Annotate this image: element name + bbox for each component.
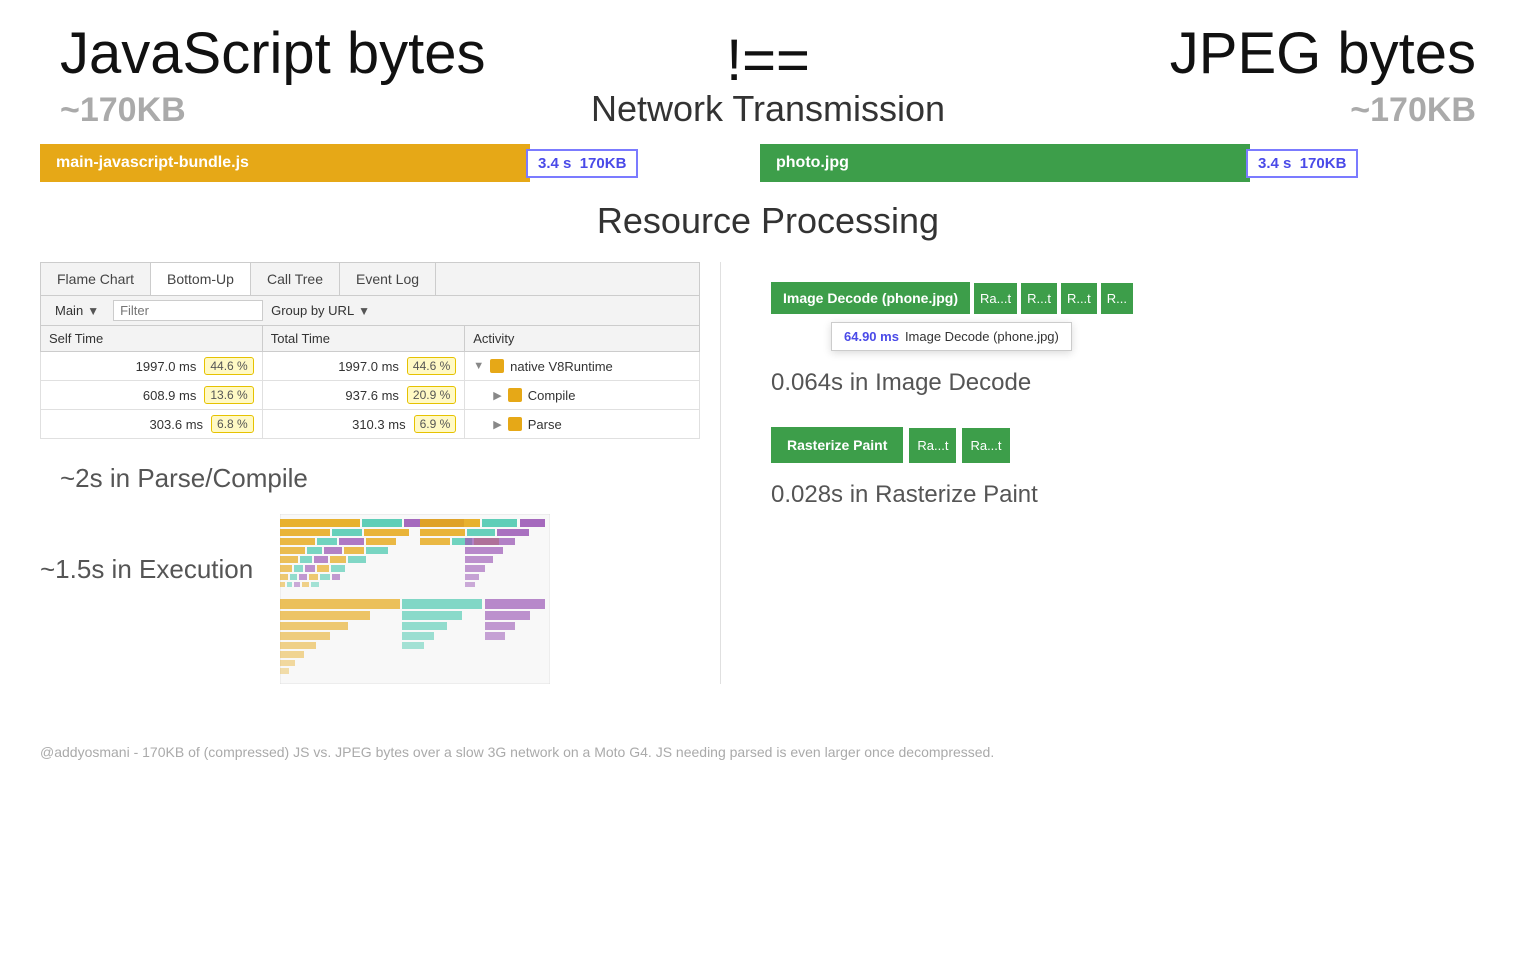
self-pct-1: 44.6 % (204, 357, 253, 375)
heading-row: JavaScript bytes ~170KB !== Network Tran… (0, 0, 1536, 130)
network-jpg-size: 170KB (1300, 155, 1347, 172)
tooltip-label: Image Decode (phone.jpg) (905, 329, 1059, 344)
decode-caption: 0.064s in Image Decode (771, 369, 1496, 397)
total-pct-2: 20.9 % (407, 386, 456, 404)
center-heading-block: !== Network Transmission (520, 27, 1016, 130)
col-total-time: Total Time (262, 326, 465, 352)
js-bytes-title: JavaScript bytes (60, 20, 520, 87)
self-pct-3: 6.8 % (211, 415, 254, 433)
rasterize-caption: 0.028s in Rasterize Paint (771, 481, 1496, 509)
total-pct-3: 6.9 % (414, 415, 457, 433)
main-dropdown-arrow: ▼ (87, 304, 99, 318)
main-dropdown[interactable]: Main ▼ (49, 301, 105, 320)
network-jpg-bar: photo.jpg (760, 144, 1250, 182)
decode-small-2: R...t (1021, 283, 1057, 314)
image-decode-section: Image Decode (phone.jpg) Ra...t R...t R.… (771, 282, 1496, 397)
activity-label-3: Parse (528, 417, 562, 432)
parse-compile-caption: ~2s in Parse/Compile (60, 463, 720, 494)
resource-processing-label: Resource Processing (0, 200, 1536, 242)
self-time-3: 303.6 ms 6.8 % (41, 410, 263, 439)
network-jpg-side: photo.jpg 3.4 s 170KB (700, 144, 1496, 182)
network-js-size: 170KB (580, 155, 627, 172)
image-decode-main-bar: Image Decode (phone.jpg) (771, 282, 970, 314)
main-content: Flame Chart Bottom-Up Call Tree Event Lo… (0, 242, 1536, 704)
right-panel: Image Decode (phone.jpg) Ra...t R...t R.… (720, 262, 1496, 684)
devtools-table: Self Time Total Time Activity 1997.0 ms … (40, 325, 700, 439)
group-by-url-dropdown[interactable]: Group by URL ▼ (271, 303, 370, 318)
image-decode-bars: Image Decode (phone.jpg) Ra...t R...t R.… (771, 282, 1496, 314)
tab-call-tree[interactable]: Call Tree (251, 263, 340, 295)
network-js-tag: 3.4 s 170KB (526, 149, 638, 178)
decode-small-4: R... (1101, 283, 1133, 314)
execution-caption: ~1.5s in Execution (40, 554, 260, 585)
activity-3: ▶ Parse (465, 410, 700, 439)
activity-swatch-3 (508, 417, 522, 431)
js-size-subtitle: ~170KB (60, 91, 520, 130)
network-transmission-label: Network Transmission (591, 88, 945, 130)
table-row: 608.9 ms 13.6 % 937.6 ms 20.9 % ▶ (41, 381, 700, 410)
col-activity: Activity (465, 326, 700, 352)
tab-bottom-up[interactable]: Bottom-Up (151, 263, 251, 295)
group-dropdown-arrow: ▼ (358, 304, 370, 318)
rasterize-section: Rasterize Paint Ra...t Ra...t 0.028s in … (771, 427, 1496, 509)
network-jpg-time: 3.4 s (1258, 155, 1291, 172)
total-time-1: 1997.0 ms 44.6 % (262, 352, 465, 381)
flame-chart-area: ~1.5s in Execution (40, 514, 720, 684)
col-self-time: Self Time (41, 326, 263, 352)
jpeg-size-subtitle: ~170KB (1016, 91, 1476, 130)
devtools-tabs: Flame Chart Bottom-Up Call Tree Event Lo… (40, 262, 700, 295)
js-heading-block: JavaScript bytes ~170KB (60, 20, 520, 130)
activity-1: ▼ native V8Runtime (465, 352, 700, 381)
network-bars-wrapper: main-javascript-bundle.js 3.4 s 170KB ph… (0, 144, 1536, 182)
flame-chart-svg (280, 514, 550, 684)
table-row: 303.6 ms 6.8 % 310.3 ms 6.9 % ▶ (41, 410, 700, 439)
total-time-3: 310.3 ms 6.9 % (262, 410, 465, 439)
row-arrow-1[interactable]: ▼ (473, 360, 484, 372)
row-arrow-3[interactable]: ▶ (493, 418, 501, 431)
activity-2: ▶ Compile (465, 381, 700, 410)
jpeg-bytes-title: JPEG bytes (1016, 20, 1476, 87)
footer-caption: @addyosmani - 170KB of (compressed) JS v… (0, 724, 1536, 770)
network-js-bar: main-javascript-bundle.js (40, 144, 530, 182)
decode-tooltip: 64.90 ms Image Decode (phone.jpg) (831, 318, 1496, 351)
tab-flame-chart[interactable]: Flame Chart (41, 263, 151, 295)
total-time-2: 937.6 ms 20.9 % (262, 381, 465, 410)
decode-small-3: R...t (1061, 283, 1097, 314)
network-js-side: main-javascript-bundle.js 3.4 s 170KB (40, 144, 700, 182)
filter-input[interactable] (113, 300, 263, 321)
activity-label-2: Compile (528, 388, 576, 403)
tab-event-log[interactable]: Event Log (340, 263, 436, 295)
self-pct-2: 13.6 % (204, 386, 253, 404)
network-jpg-tag: 3.4 s 170KB (1246, 149, 1358, 178)
tooltip-content: 64.90 ms Image Decode (phone.jpg) (831, 322, 1072, 351)
rasterize-small-1: Ra...t (909, 428, 956, 463)
activity-swatch-2 (508, 388, 522, 402)
self-time-1: 1997.0 ms 44.6 % (41, 352, 263, 381)
row-arrow-2[interactable]: ▶ (493, 389, 501, 402)
network-js-time: 3.4 s (538, 155, 571, 172)
table-row: 1997.0 ms 44.6 % 1997.0 ms 44.6 % ▼ (41, 352, 700, 381)
self-time-2: 608.9 ms 13.6 % (41, 381, 263, 410)
jpeg-heading-block: JPEG bytes ~170KB (1016, 20, 1476, 130)
rasterize-small-2: Ra...t (962, 428, 1009, 463)
tooltip-time: 64.90 ms (844, 329, 899, 344)
main-dropdown-label: Main (55, 303, 83, 318)
activity-swatch-1 (490, 359, 504, 373)
rasterize-bars: Rasterize Paint Ra...t Ra...t (771, 427, 1496, 463)
group-by-url-label: Group by URL (271, 303, 354, 318)
total-pct-1: 44.6 % (407, 357, 456, 375)
neq-symbol: !== (726, 27, 810, 94)
rasterize-main-bar: Rasterize Paint (771, 427, 903, 463)
left-panel: Flame Chart Bottom-Up Call Tree Event Lo… (40, 262, 720, 684)
activity-label-1: native V8Runtime (510, 359, 613, 374)
devtools-toolbar: Main ▼ Group by URL ▼ (40, 295, 700, 325)
decode-small-1: Ra...t (974, 283, 1017, 314)
